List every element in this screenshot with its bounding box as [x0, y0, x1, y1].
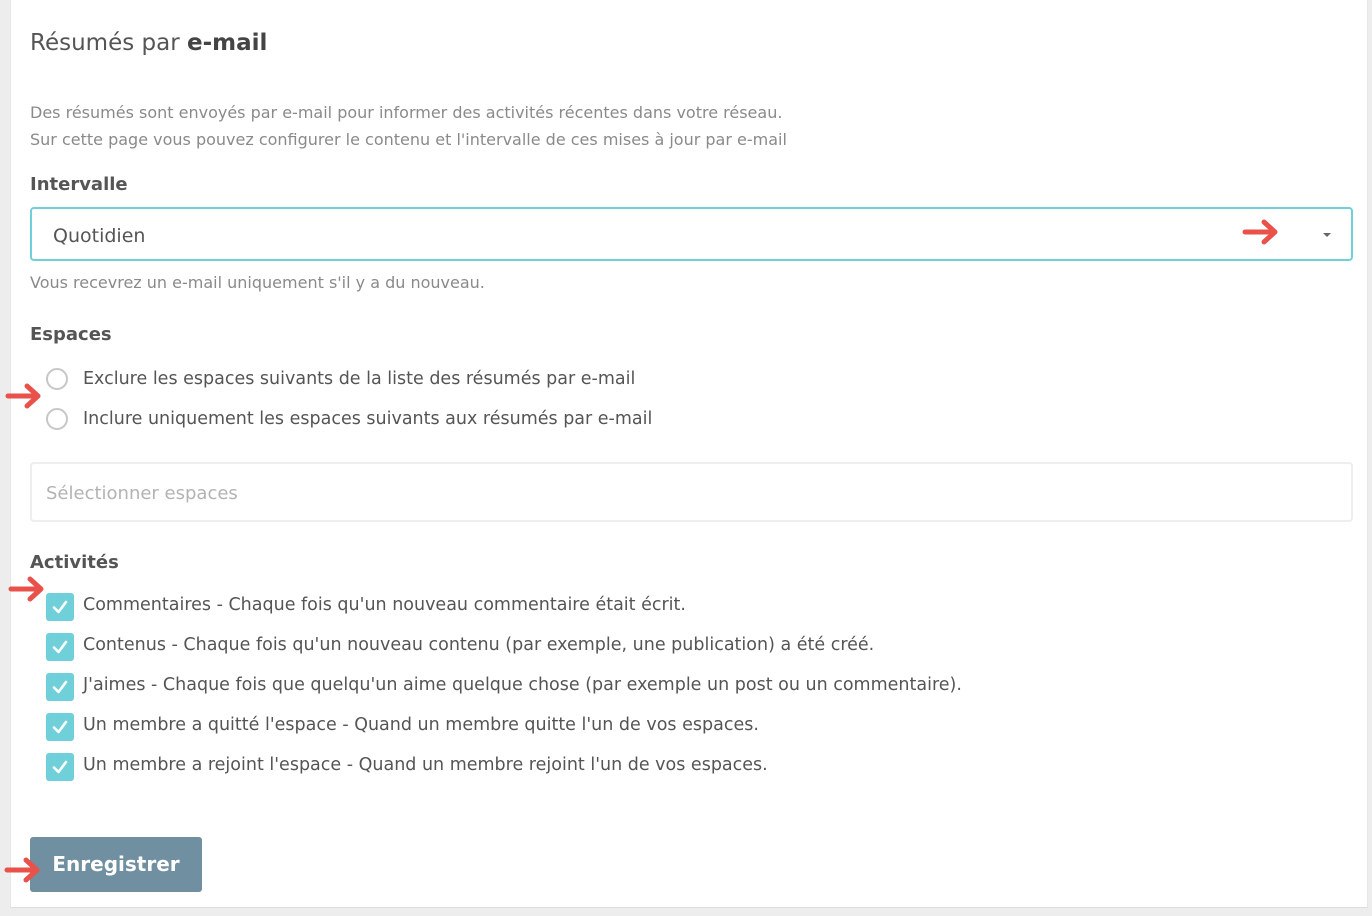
checkbox-label: Contenus - Chaque fois qu'un nouveau con…	[83, 635, 875, 655]
spaces-picker[interactable]: Sélectionner espaces	[30, 462, 1353, 522]
interval-hint: Vous recevrez un e-mail uniquement s'il …	[30, 273, 485, 292]
checkbox[interactable]	[46, 753, 74, 781]
checkbox-label: Commentaires - Chaque fois qu'un nouveau…	[83, 595, 686, 615]
interval-select-value: Quotidien	[53, 225, 146, 247]
radio-button[interactable]	[46, 368, 68, 390]
arrow-right-icon	[8, 576, 44, 602]
arrow-right-icon	[4, 857, 40, 883]
check-icon	[52, 600, 68, 614]
description-line-2: Sur cette page vous pouvez configurer le…	[30, 130, 787, 149]
page-title: Résumés par e-mail	[30, 30, 267, 56]
check-icon	[52, 640, 68, 654]
interval-select[interactable]: Quotidien	[30, 207, 1353, 261]
checkbox-label: Un membre a rejoint l'espace - Quand un …	[83, 755, 768, 775]
spaces-label: Espaces	[30, 324, 112, 345]
page-title-bold: e-mail	[186, 30, 268, 56]
arrow-right-icon	[5, 383, 41, 409]
checkbox[interactable]	[46, 713, 74, 741]
check-icon	[52, 720, 68, 734]
checkbox-label: Un membre a quitté l'espace - Quand un m…	[83, 715, 759, 735]
activities-label: Activités	[30, 552, 119, 573]
description-line-1: Des résumés sont envoyés par e-mail pour…	[30, 103, 783, 122]
email-summaries-panel: Résumés par e-mail Des résumés sont envo…	[10, 0, 1368, 908]
checkbox[interactable]	[46, 633, 74, 661]
checkbox[interactable]	[46, 593, 74, 621]
interval-label: Intervalle	[30, 174, 128, 195]
page-title-prefix: Résumés par	[30, 30, 187, 56]
chevron-down-icon	[1323, 233, 1331, 237]
radio-label: Exclure les espaces suivants de la liste…	[83, 369, 636, 389]
arrow-right-icon	[1242, 219, 1278, 245]
check-icon	[52, 680, 68, 694]
save-button[interactable]: Enregistrer	[30, 837, 202, 892]
check-icon	[52, 760, 68, 774]
radio-button[interactable]	[46, 408, 68, 430]
checkbox-label: J'aimes - Chaque fois que quelqu'un aime…	[83, 675, 962, 695]
radio-label: Inclure uniquement les espaces suivants …	[83, 409, 653, 429]
checkbox[interactable]	[46, 673, 74, 701]
spaces-picker-placeholder: Sélectionner espaces	[46, 483, 238, 504]
